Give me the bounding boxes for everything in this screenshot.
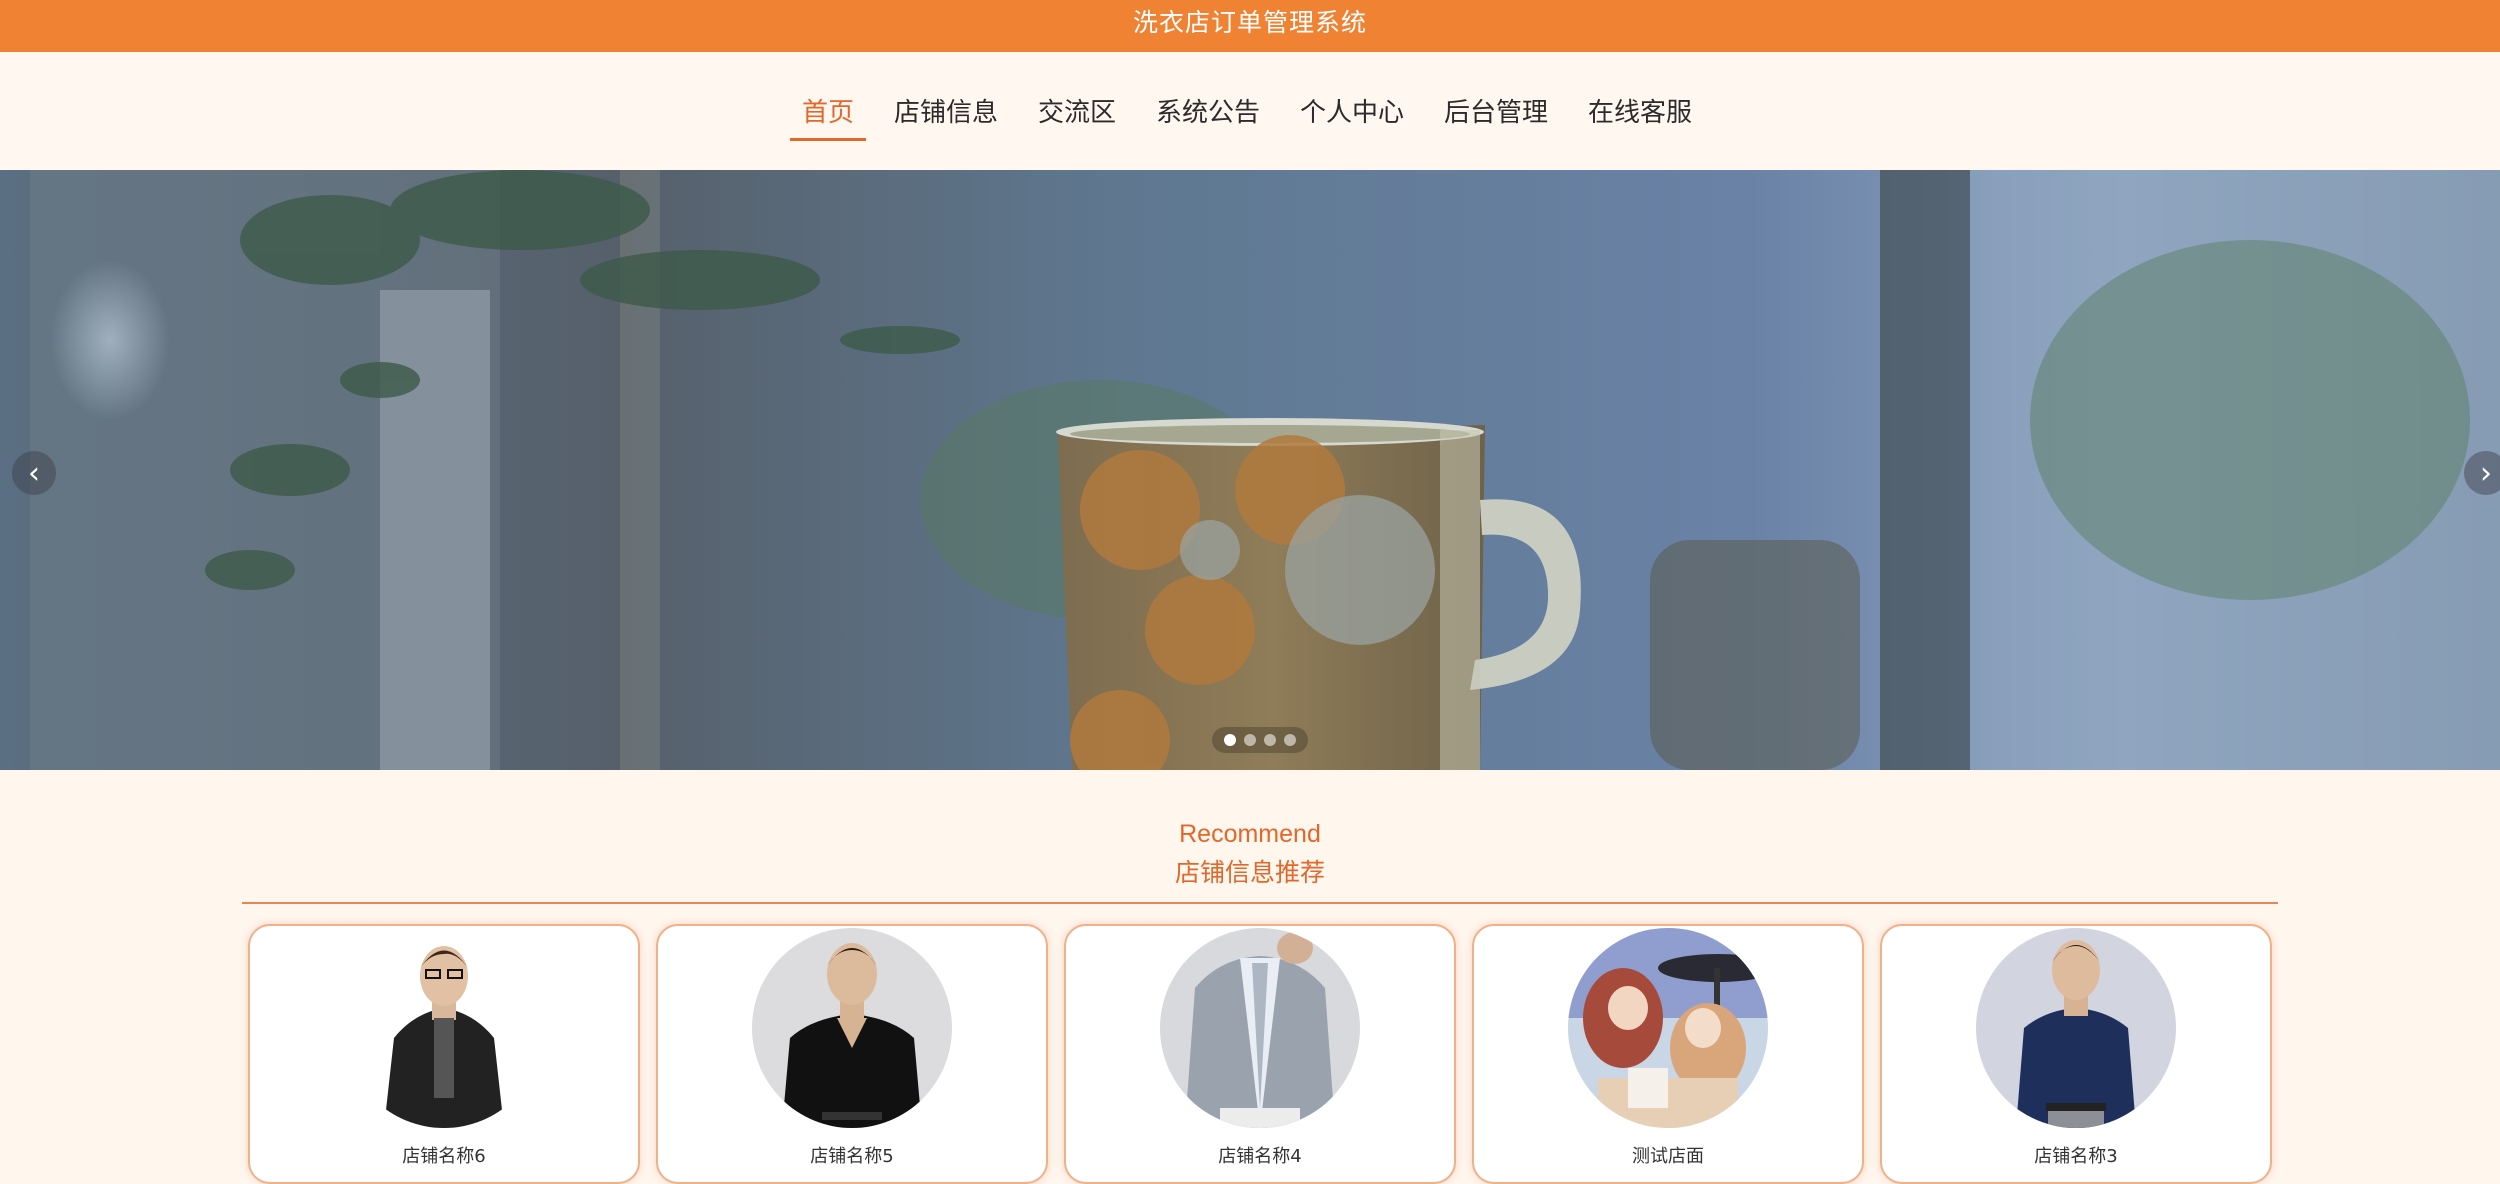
carousel-dot-3[interactable]	[1264, 734, 1276, 746]
shop-name: 店铺名称5	[810, 1146, 894, 1167]
shop-avatar	[1976, 928, 2176, 1128]
carousel-next-button[interactable]: ›	[2464, 451, 2500, 495]
shop-name: 店铺名称3	[2034, 1146, 2118, 1167]
shop-name: 店铺名称6	[402, 1146, 486, 1167]
nav-item-online-service[interactable]: 在线客服	[1576, 92, 1704, 137]
shop-card-list: 店铺名称6 店铺名称5 店铺名称4 测试店面 店铺名称3	[248, 924, 2272, 1184]
chevron-left-icon: ‹	[28, 455, 40, 491]
shop-name: 测试店面	[1632, 1146, 1704, 1167]
banner-carousel: ‹ ›	[0, 170, 2500, 770]
top-header-bar: 洗衣店订单管理系统	[0, 0, 2500, 52]
shop-card[interactable]: 店铺名称6	[248, 924, 640, 1184]
carousel-indicators	[1212, 727, 1308, 753]
chevron-right-icon: ›	[2480, 455, 2492, 491]
shop-card[interactable]: 店铺名称5	[656, 924, 1048, 1184]
shop-card[interactable]: 店铺名称3	[1880, 924, 2272, 1184]
nav-item-forum[interactable]: 交流区	[1026, 92, 1128, 137]
nav-item-shop-info[interactable]: 店铺信息	[882, 92, 1010, 137]
section-divider	[242, 902, 2278, 904]
recommend-heading: Recommend 店铺信息推荐	[0, 820, 2500, 889]
recommend-title-en: Recommend	[1179, 820, 1321, 848]
carousel-prev-button[interactable]: ‹	[12, 451, 56, 495]
carousel-dot-2[interactable]	[1244, 734, 1256, 746]
app-title: 洗衣店订单管理系统	[1132, 8, 1367, 37]
carousel-dot-4[interactable]	[1284, 734, 1296, 746]
main-nav: 首页 店铺信息 交流区 系统公告 个人中心 后台管理 在线客服	[0, 52, 2500, 170]
shop-name: 店铺名称4	[1218, 1146, 1302, 1167]
shop-avatar	[1160, 928, 1360, 1128]
carousel-dot-1[interactable]	[1224, 734, 1236, 746]
shop-avatar	[344, 928, 544, 1128]
shop-card[interactable]: 店铺名称4	[1064, 924, 1456, 1184]
nav-item-admin[interactable]: 后台管理	[1432, 92, 1560, 137]
nav-item-home[interactable]: 首页	[789, 92, 866, 141]
shop-avatar	[1568, 928, 1768, 1128]
nav-item-announcements[interactable]: 系统公告	[1144, 92, 1272, 137]
shop-card[interactable]: 测试店面	[1472, 924, 1864, 1184]
recommend-title-cn: 店铺信息推荐	[1174, 858, 1325, 887]
shop-avatar	[752, 928, 952, 1128]
banner-image	[0, 170, 2500, 770]
nav-item-personal-center[interactable]: 个人中心	[1288, 92, 1416, 137]
